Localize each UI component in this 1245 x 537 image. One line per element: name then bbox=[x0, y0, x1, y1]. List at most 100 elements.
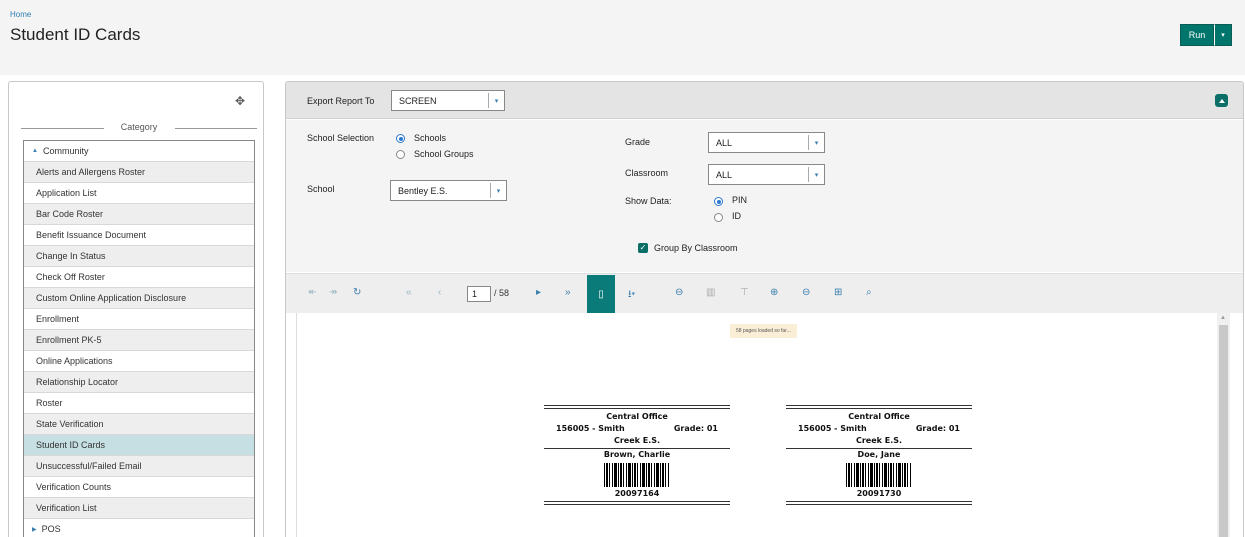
collapse-icon[interactable] bbox=[1215, 94, 1228, 107]
scrollbar-thumb[interactable] bbox=[1219, 325, 1228, 537]
document-view-button[interactable]: ▯ bbox=[587, 275, 615, 313]
chevron-down-icon: ▾ bbox=[490, 183, 506, 198]
radio-school-groups-label: School Groups bbox=[414, 149, 474, 159]
chevron-down-icon: ▾ bbox=[488, 93, 504, 108]
refresh-icon[interactable]: ↻ bbox=[353, 287, 361, 298]
category-item[interactable]: State Verification bbox=[24, 414, 254, 435]
category-group-community[interactable]: ▲ Community bbox=[24, 141, 254, 162]
zoom-page-icon[interactable]: ⊞ bbox=[834, 287, 842, 298]
card-student-name: Brown, Charlie bbox=[603, 450, 671, 459]
zoom-in-icon[interactable]: ⊕ bbox=[770, 287, 778, 298]
category-item[interactable]: Student ID Cards bbox=[24, 435, 254, 456]
radio-schools-label: Schools bbox=[414, 133, 447, 143]
scroll-up-icon[interactable]: ▲ bbox=[1220, 315, 1226, 321]
category-item[interactable]: Bar Code Roster bbox=[24, 204, 254, 225]
category-label: Category bbox=[120, 122, 158, 132]
radio-school-groups[interactable] bbox=[396, 150, 405, 159]
school-selection-label: School Selection bbox=[307, 133, 375, 143]
category-item[interactable]: Change In Status bbox=[24, 246, 254, 267]
document-icon: ▯ bbox=[598, 288, 604, 300]
page-total: / 58 bbox=[494, 288, 510, 298]
next-page-icon[interactable]: ▸ bbox=[536, 287, 541, 298]
group-by-classroom-label: Group By Classroom bbox=[654, 243, 738, 253]
previous-page-icon[interactable]: ‹ bbox=[438, 287, 441, 298]
school-select[interactable]: Bentley E.S. ▾ bbox=[390, 180, 507, 201]
export-icon[interactable]: ⭳▾ bbox=[628, 287, 635, 304]
report-scrollbar[interactable]: ▲ bbox=[1217, 313, 1230, 537]
card-pin-row: 156005 - Smith Grade: 01 bbox=[786, 424, 972, 433]
grade-label: Grade bbox=[625, 137, 651, 147]
category-item[interactable]: Application List bbox=[24, 183, 254, 204]
radio-id-label: ID bbox=[732, 211, 741, 221]
category-list: ▲ Community Alerts and Allergens Roster A… bbox=[23, 140, 255, 537]
card-pin-name: 156005 - Smith bbox=[798, 424, 867, 433]
report-document: 58 pages loaded so far... Central Office… bbox=[296, 313, 1217, 537]
print-icon[interactable]: ⊖ bbox=[675, 287, 683, 298]
radio-pin[interactable] bbox=[714, 197, 723, 206]
category-item[interactable]: Online Applications bbox=[24, 351, 254, 372]
group-by-classroom-checkbox[interactable]: ✓ bbox=[638, 243, 648, 253]
category-item[interactable]: Alerts and Allergens Roster bbox=[24, 162, 254, 183]
card-office: Central Office bbox=[606, 412, 668, 421]
back-icon[interactable]: ↞ bbox=[308, 287, 316, 298]
category-item[interactable]: Verification List bbox=[24, 498, 254, 519]
category-group-pos[interactable]: ▶ POS bbox=[24, 519, 254, 537]
breadcrumb-home[interactable]: Home bbox=[10, 10, 31, 19]
id-card: Central Office 156005 - Smith Grade: 01 … bbox=[544, 405, 730, 509]
grade-select[interactable]: ALL ▾ bbox=[708, 132, 825, 153]
category-item[interactable]: Enrollment PK-5 bbox=[24, 330, 254, 351]
grade-select-value: ALL bbox=[716, 137, 733, 148]
category-item[interactable]: Check Off Roster bbox=[24, 267, 254, 288]
report-panel: Export Report To SCREEN ▾ School Selecti… bbox=[285, 81, 1244, 537]
barcode-image bbox=[846, 463, 912, 487]
card-student-name: Doe, Jane bbox=[857, 450, 901, 459]
search-icon[interactable]: ⌕ bbox=[866, 287, 872, 298]
triangle-right-icon: ▶ bbox=[32, 526, 37, 533]
print-layout-icon[interactable]: ▥ bbox=[706, 287, 715, 298]
category-item[interactable]: Relationship Locator bbox=[24, 372, 254, 393]
category-item[interactable]: Benefit Issuance Document bbox=[24, 225, 254, 246]
category-group-label: Community bbox=[42, 146, 89, 156]
page-header: Home Student ID Cards Run ▾ bbox=[0, 0, 1245, 75]
card-school: Creek E.S. bbox=[855, 436, 903, 445]
chevron-down-icon: ▾ bbox=[808, 167, 824, 182]
export-bar: Export Report To SCREEN ▾ bbox=[286, 82, 1243, 119]
zoom-out-icon[interactable]: ⊖ bbox=[802, 287, 810, 298]
category-item[interactable]: Verification Counts bbox=[24, 477, 254, 498]
card-grade: Grade: 01 bbox=[673, 424, 718, 433]
first-page-icon[interactable]: « bbox=[406, 287, 412, 298]
pages-loaded-note: 58 pages loaded so far... bbox=[730, 324, 797, 338]
forward-icon[interactable]: ↠ bbox=[329, 287, 337, 298]
report-viewer-toolbar: ↞ ↠ ↻ « ‹ 1 / 58 ▸ » ▯ ⭳▾ ⊖ ▥ ⊤ ⊕ ⊖ ⊞ ⌕ bbox=[286, 273, 1243, 313]
report-options: School Selection Schools School Groups S… bbox=[286, 120, 1243, 272]
classroom-label: Classroom bbox=[625, 168, 669, 178]
page-number-input[interactable]: 1 bbox=[467, 286, 491, 302]
classroom-select-value: ALL bbox=[716, 169, 733, 180]
card-number: 20091730 bbox=[856, 489, 902, 498]
category-group-label: POS bbox=[41, 524, 61, 534]
category-item[interactable]: Custom Online Application Disclosure bbox=[24, 288, 254, 309]
card-pin-row: 156005 - Smith Grade: 01 bbox=[544, 424, 730, 433]
category-legend: Category bbox=[21, 122, 257, 134]
category-item[interactable]: Roster bbox=[24, 393, 254, 414]
move-icon[interactable]: ✥ bbox=[235, 94, 245, 108]
category-panel: ✥ Category ▲ Community Alerts and Allerg… bbox=[8, 81, 264, 537]
show-data-label: Show Data: bbox=[625, 196, 672, 206]
export-select-value: SCREEN bbox=[399, 95, 437, 106]
radio-schools[interactable] bbox=[396, 134, 405, 143]
run-options-chevron-icon[interactable]: ▾ bbox=[1214, 24, 1232, 46]
classroom-select[interactable]: ALL ▾ bbox=[708, 164, 825, 185]
filter-icon[interactable]: ⊤ bbox=[740, 287, 749, 298]
card-grade: Grade: 01 bbox=[915, 424, 960, 433]
last-page-icon[interactable]: » bbox=[565, 287, 571, 298]
card-pin-name: 156005 - Smith bbox=[556, 424, 625, 433]
card-office: Central Office bbox=[848, 412, 910, 421]
category-item[interactable]: Enrollment bbox=[24, 309, 254, 330]
export-select[interactable]: SCREEN ▾ bbox=[391, 90, 505, 111]
category-item[interactable]: Unsuccessful/Failed Email bbox=[24, 456, 254, 477]
id-card: Central Office 156005 - Smith Grade: 01 … bbox=[786, 405, 972, 509]
radio-id[interactable] bbox=[714, 213, 723, 222]
run-button[interactable]: Run bbox=[1180, 24, 1214, 46]
school-select-value: Bentley E.S. bbox=[398, 185, 448, 196]
card-school: Creek E.S. bbox=[613, 436, 661, 445]
